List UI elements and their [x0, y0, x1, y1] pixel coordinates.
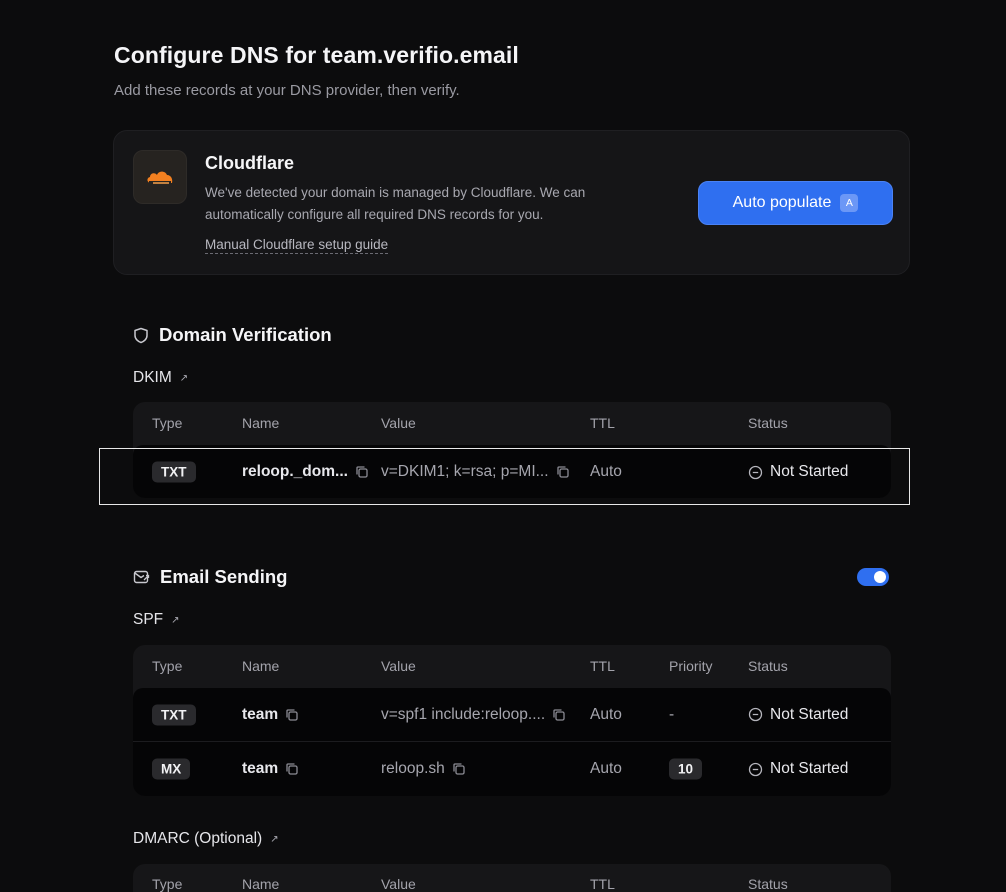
header-status: Status [748, 415, 788, 431]
table-header: Type Name Value TTL Priority Status [133, 645, 891, 688]
record-value: v=DKIM1; k=rsa; p=MI... [381, 463, 549, 480]
header-ttl: TTL [590, 415, 615, 431]
table-header: Type Name Value TTL Status [133, 864, 891, 892]
header-name: Name [242, 415, 280, 431]
shield-icon [134, 327, 148, 343]
spf-label[interactable]: SPF ↗ [133, 611, 180, 629]
external-link-icon: ↗ [171, 614, 180, 626]
spf-table: Type Name Value TTL Priority Status TXT … [133, 645, 891, 796]
keyboard-shortcut-badge: A [840, 194, 859, 212]
manual-setup-guide-link[interactable]: Manual Cloudflare setup guide [205, 237, 389, 254]
email-sending-heading: Email Sending [133, 566, 287, 588]
header-ttl: TTL [590, 876, 615, 892]
copy-icon[interactable] [556, 465, 570, 479]
not-started-icon [748, 465, 763, 479]
copy-icon[interactable] [355, 465, 369, 479]
cloudflare-logo [133, 150, 187, 204]
table-header: Type Name Value TTL Status [133, 402, 891, 445]
record-name: team [242, 705, 279, 723]
not-started-icon [748, 707, 763, 722]
record-name: reloop._dom... [242, 463, 348, 480]
record-status: Not Started [770, 463, 849, 480]
record-priority: - [669, 705, 675, 723]
header-value: Value [381, 876, 416, 892]
dkim-table: Type Name Value TTL Status TXT reloop._d… [133, 402, 891, 498]
copy-icon[interactable] [452, 762, 466, 776]
header-name: Name [242, 876, 280, 892]
record-type-badge: TXT [152, 461, 196, 483]
copy-icon[interactable] [285, 708, 299, 722]
domain-verification-heading: Domain Verification [133, 324, 332, 346]
provider-description: We've detected your domain is managed by… [205, 185, 586, 222]
table-row: MX team reloop.sh Auto 10 Not Started [133, 742, 891, 796]
header-priority: Priority [669, 658, 713, 674]
header-value: Value [381, 658, 416, 674]
header-name: Name [242, 658, 280, 674]
record-value: reloop.sh [381, 760, 445, 777]
auto-populate-label: Auto populate [732, 194, 832, 211]
email-sending-toggle[interactable] [857, 568, 889, 586]
table-row: TXT team v=spf1 include:reloop.... Auto … [133, 688, 891, 742]
dkim-label[interactable]: DKIM ↗ [133, 369, 188, 387]
dmarc-table: Type Name Value TTL Status [133, 864, 891, 892]
external-link-icon: ↗ [179, 372, 189, 384]
record-type-badge: MX [152, 758, 191, 780]
priority-badge: 10 [669, 758, 703, 780]
provider-card: Cloudflare We've detected your domain is… [113, 130, 910, 275]
provider-name: Cloudflare [205, 153, 295, 173]
record-ttl: Auto [590, 705, 622, 723]
record-name: team [242, 760, 279, 777]
record-ttl: Auto [590, 463, 622, 480]
record-ttl: Auto [590, 760, 622, 777]
record-type-badge: TXT [152, 704, 196, 725]
page-subtitle: Add these records at your DNS provider, … [114, 82, 460, 99]
external-link-icon: ↗ [270, 833, 279, 845]
auto-populate-button[interactable]: Auto populate A [698, 181, 893, 225]
dmarc-label[interactable]: DMARC (Optional) ↗ [133, 830, 279, 848]
mail-send-icon [133, 570, 150, 584]
table-body: TXT reloop._dom... v=DKIM1; k=rsa; p=MI.… [133, 445, 891, 498]
table-body: TXT team v=spf1 include:reloop.... Auto … [133, 688, 891, 796]
header-type: Type [152, 658, 183, 674]
record-status: Not Started [770, 760, 849, 777]
record-status: Not Started [770, 705, 849, 723]
header-type: Type [152, 415, 183, 431]
copy-icon[interactable] [552, 708, 566, 722]
header-ttl: TTL [590, 658, 615, 674]
page-title: Configure DNS for team.verifio.email [114, 42, 519, 68]
header-status: Status [748, 658, 788, 674]
not-started-icon [748, 762, 763, 776]
record-value: v=spf1 include:reloop.... [381, 705, 546, 723]
toggle-knob [874, 571, 886, 583]
header-status: Status [748, 876, 788, 892]
copy-icon[interactable] [285, 762, 299, 776]
header-type: Type [152, 876, 183, 892]
header-value: Value [381, 415, 416, 431]
cloud-icon [147, 171, 173, 184]
table-row: TXT reloop._dom... v=DKIM1; k=rsa; p=MI.… [133, 445, 891, 498]
